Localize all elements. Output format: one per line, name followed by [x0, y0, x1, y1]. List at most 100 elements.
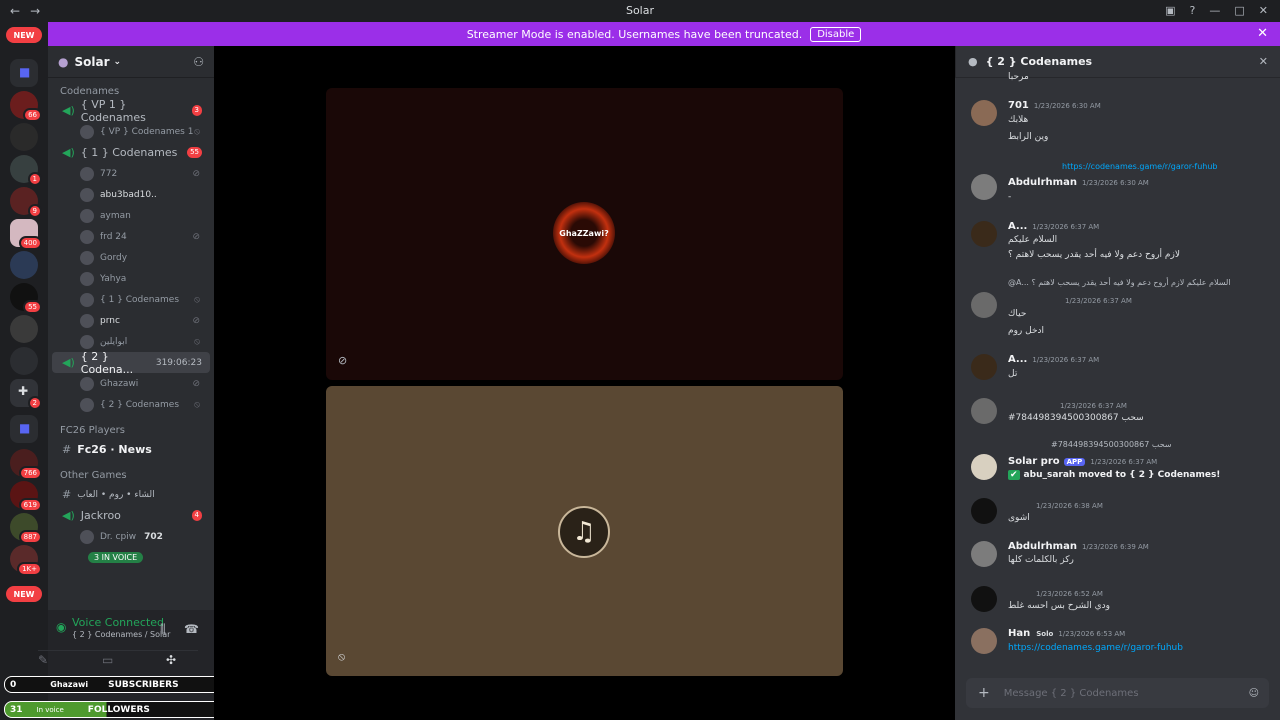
- server-header[interactable]: ● Solar ⌄ ⚇: [48, 46, 214, 78]
- add-member-icon[interactable]: ⚇: [193, 55, 204, 69]
- speaker-icon: ◀): [62, 509, 75, 522]
- noise-suppression-icon[interactable]: ⫼: [160, 622, 166, 637]
- folder-icon[interactable]: ■: [10, 59, 38, 87]
- guild-icon[interactable]: [10, 315, 38, 343]
- guild-icon[interactable]: 619: [10, 481, 42, 512]
- user-name: { 2 } Codenames: [100, 399, 180, 410]
- message-input[interactable]: + Message { 2 } Codenames ☺: [966, 678, 1269, 708]
- avatar: [80, 166, 94, 181]
- guild-icon[interactable]: 766: [10, 449, 42, 480]
- reply-preview[interactable]: #سحب 784498394500300867: [1051, 440, 1172, 449]
- avatar: [971, 454, 997, 480]
- disable-button[interactable]: Disable: [810, 26, 862, 42]
- disconnect-icon[interactable]: ☎: [184, 622, 199, 636]
- close-banner-icon[interactable]: ✕: [1257, 26, 1268, 41]
- author-name[interactable]: A...: [1008, 354, 1027, 365]
- new-badge[interactable]: NEW: [6, 27, 42, 43]
- author-name[interactable]: A...: [1008, 221, 1027, 232]
- guild-icon[interactable]: [10, 251, 38, 279]
- help-icon[interactable]: ?: [1190, 4, 1196, 17]
- guild-icon[interactable]: 1K+: [10, 545, 42, 576]
- close-window-icon[interactable]: ✕: [1259, 4, 1268, 17]
- folder-icon[interactable]: ■: [10, 415, 38, 443]
- guild-icon[interactable]: [10, 123, 38, 151]
- hash-icon: #: [62, 488, 72, 501]
- reply-link[interactable]: https://codenames.game/r/garor-fuhub: [1062, 162, 1218, 171]
- dpad-icon[interactable]: ✚ 2: [10, 379, 42, 410]
- category-other-games[interactable]: Other Games: [48, 466, 214, 484]
- channel-count: 4: [191, 510, 202, 521]
- emoji-icon[interactable]: ☺: [1249, 688, 1259, 699]
- avatar: [971, 398, 997, 424]
- user-name: { 1 } Codenames: [100, 294, 180, 305]
- title-bar: ← → Solar ▣ ? — □ ✕: [0, 0, 1280, 21]
- in-voice-pill[interactable]: 3 IN VOICE: [88, 552, 144, 563]
- author-name[interactable]: 701: [1008, 100, 1029, 111]
- category-label: Codenames: [60, 85, 120, 97]
- voice-user[interactable]: Ghazawi ⊘: [52, 373, 210, 394]
- voice-connected-sub[interactable]: { 2 } Codenames / Solar: [72, 630, 170, 639]
- reply-preview[interactable]: @A... السلام عليكم لازم أروح دعم ولا فيه…: [1008, 278, 1231, 287]
- author-name[interactable]: Abdulrhman: [1008, 541, 1077, 552]
- guild-icon[interactable]: 1: [10, 155, 42, 186]
- voice-user[interactable]: { 1 } Codenames ⦸: [52, 289, 210, 310]
- category-fc26[interactable]: FC26 Players: [48, 421, 214, 439]
- voice-user[interactable]: Yahya: [52, 268, 210, 289]
- guild-icon[interactable]: 66: [10, 91, 42, 122]
- voice-user[interactable]: prnc ⊘: [52, 310, 210, 331]
- add-attachment-icon[interactable]: +: [978, 685, 990, 701]
- activities-icon[interactable]: ✣: [166, 653, 176, 667]
- voice-user[interactable]: 772 ⊘: [52, 163, 210, 184]
- voice-channel-vp1[interactable]: ◀) { VP 1 } Codenames 3: [52, 98, 210, 124]
- close-icon[interactable]: ✕: [1259, 55, 1268, 68]
- avatar: [80, 313, 94, 328]
- voice-user[interactable]: ayman: [52, 205, 210, 226]
- voice-user[interactable]: Gordy: [52, 247, 210, 268]
- signal-icon: ◉: [56, 620, 67, 634]
- avatar: [80, 397, 94, 412]
- message-link[interactable]: https://codenames.game/r/garor-fuhub: [1008, 643, 1183, 653]
- channel-timer: 319:06:23: [155, 357, 202, 368]
- guild-icon[interactable]: 400: [10, 219, 42, 250]
- avatar-label: GhaZZawi?: [559, 228, 609, 238]
- message-text: ادخل روم: [1008, 326, 1045, 336]
- voice-user[interactable]: abu3bad10..: [52, 184, 210, 205]
- participant-tile-codenames[interactable]: ♫ ⦸: [326, 386, 843, 676]
- new-badge[interactable]: NEW: [6, 586, 42, 602]
- speaker-icon: ◀): [62, 356, 75, 369]
- author-name[interactable]: Abdulrhman: [1008, 177, 1077, 188]
- guild-icon[interactable]: [10, 347, 38, 375]
- category-label: Other Games: [60, 469, 127, 481]
- screen-share-icon[interactable]: ▭: [102, 653, 113, 667]
- guild-icon[interactable]: 887: [10, 513, 42, 544]
- voice-channel-1[interactable]: ◀) { 1 } Codenames 55: [52, 142, 210, 163]
- deafened-icon: ⦸: [194, 126, 200, 137]
- voice-user[interactable]: { VP } Codenames 1 ⦸: [52, 121, 210, 142]
- avatar: [80, 208, 94, 223]
- participant-tile-ghazawi[interactable]: GhaZZawi? ⊘: [326, 88, 843, 380]
- maximize-icon[interactable]: □: [1234, 4, 1244, 17]
- timestamp: 1/23/2026 6:52 AM: [1036, 590, 1103, 598]
- hash-icon: #: [62, 443, 72, 456]
- voice-channel-2[interactable]: ◀) { 2 } Codena... 319:06:23: [52, 350, 210, 376]
- avatar: [80, 529, 94, 544]
- chat-title: { 2 } Codenames: [985, 55, 1093, 68]
- avatar: [971, 498, 997, 524]
- voice-user[interactable]: frd 24 ⊘: [52, 226, 210, 247]
- deafened-icon: ⦸: [338, 650, 346, 663]
- text-channel-arabic[interactable]: # الشاء • روم • العاب: [52, 484, 210, 505]
- minimize-icon[interactable]: —: [1209, 4, 1220, 17]
- inbox-icon[interactable]: ▣: [1165, 4, 1175, 17]
- text-channel-news[interactable]: # Fc26 · News: [52, 439, 210, 460]
- deafened-icon: ⦸: [194, 336, 200, 347]
- camera-off-icon[interactable]: ✎: [38, 653, 48, 667]
- channel-label: { 1 } Codenames: [80, 146, 178, 159]
- author-name[interactable]: Han: [1008, 628, 1030, 639]
- guild-icon[interactable]: 9: [10, 187, 42, 218]
- voice-channel-jackroo[interactable]: ◀) Jackroo 4: [52, 505, 210, 526]
- guild-icon[interactable]: 55: [10, 283, 42, 314]
- author-name[interactable]: Solar pro: [1008, 456, 1060, 467]
- voice-user[interactable]: Dr. cpiw 702: [52, 526, 210, 547]
- voice-user[interactable]: { 2 } Codenames ⦸: [52, 394, 210, 415]
- channel-label: Fc26 · News: [77, 443, 152, 456]
